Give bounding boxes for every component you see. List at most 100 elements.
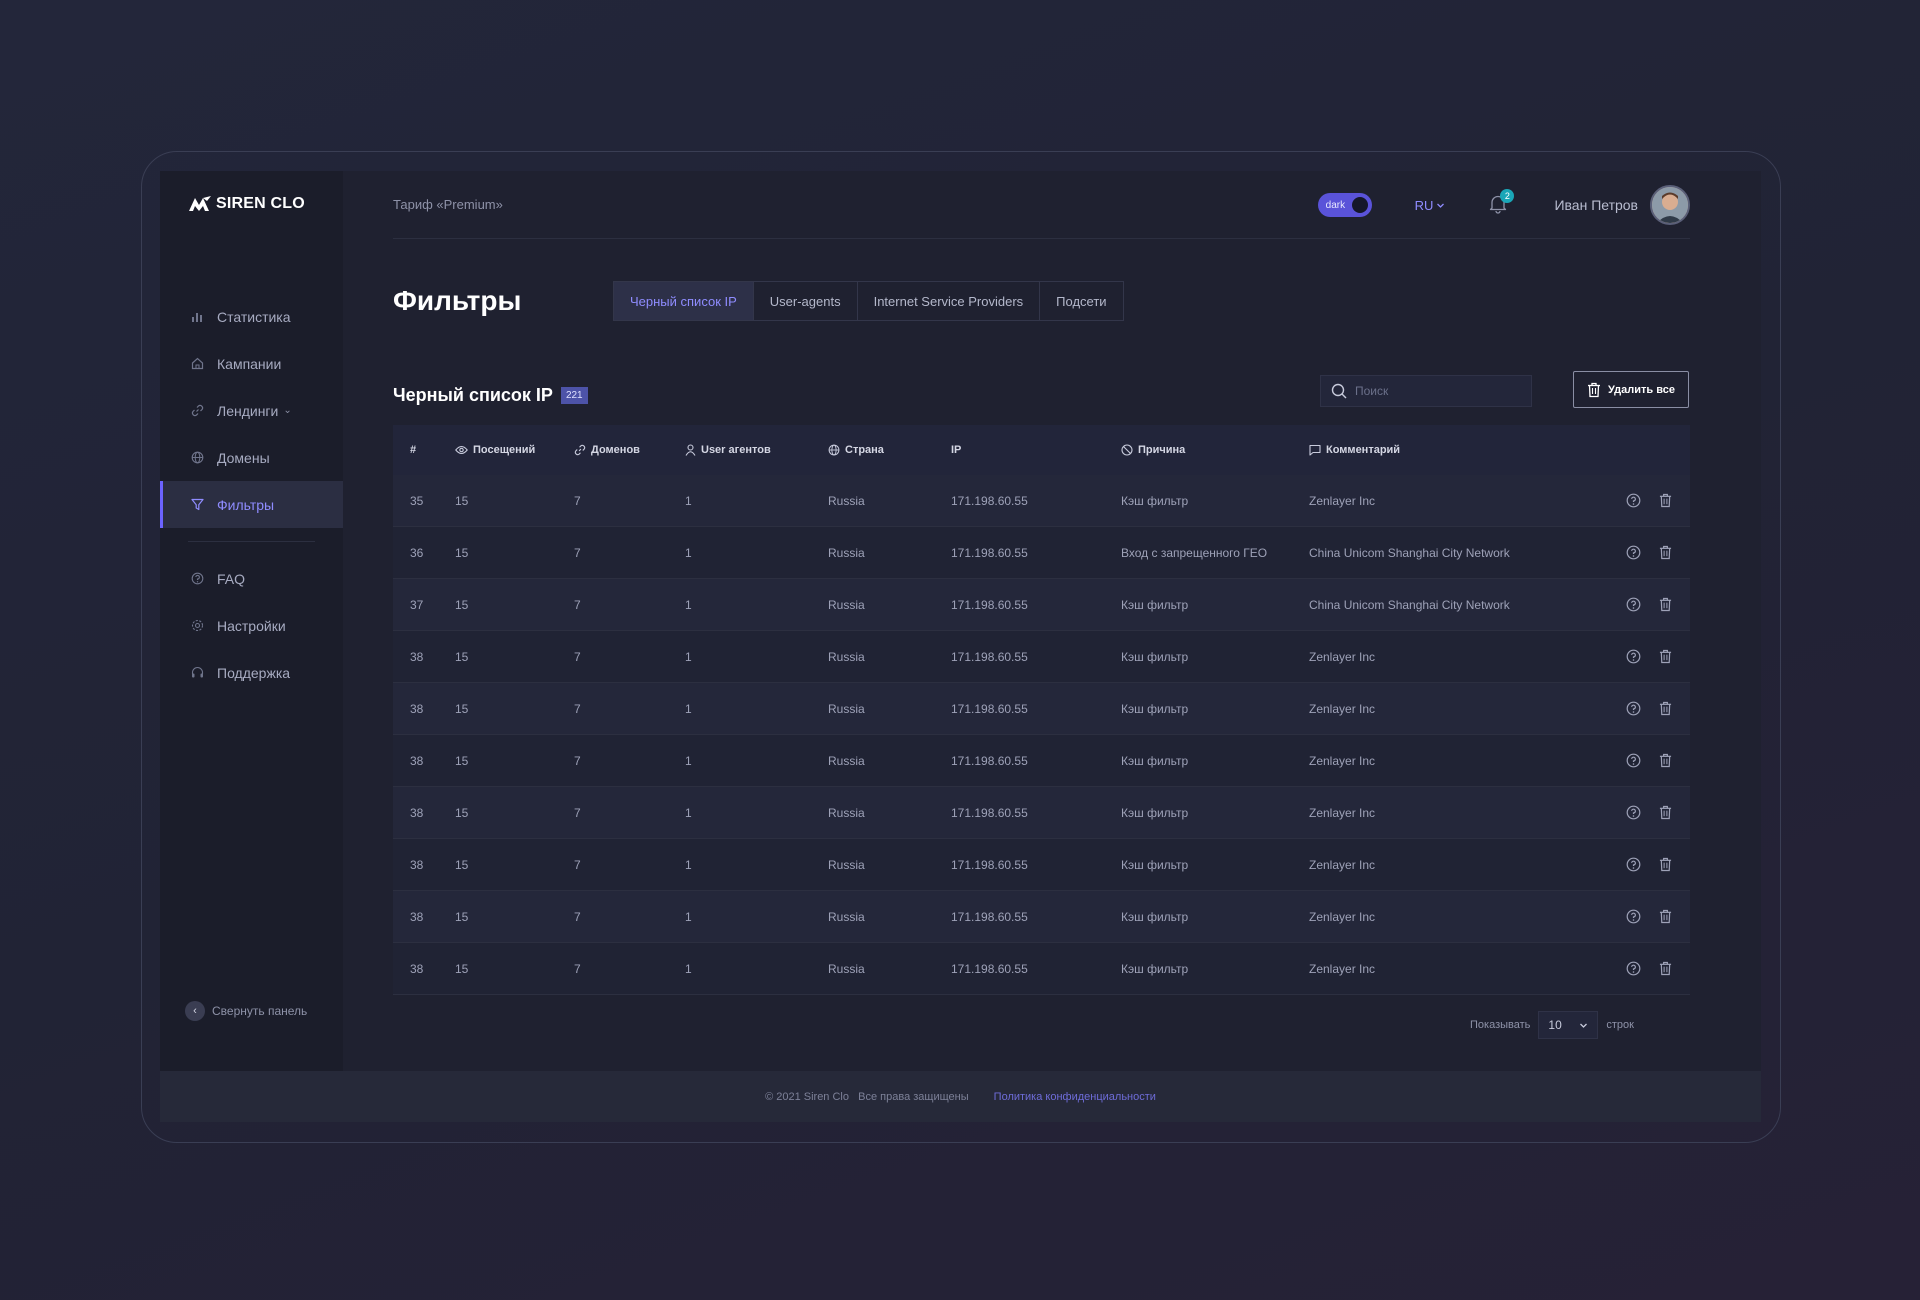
cell-ip: 171.198.60.55 [951, 909, 1028, 924]
filter-icon [190, 498, 204, 512]
question-icon[interactable] [1626, 805, 1641, 820]
chevron-down-icon [1580, 1023, 1588, 1028]
column-header-comment[interactable]: Комментарий [1309, 444, 1597, 456]
cell-reason: Кэш фильтр [1121, 597, 1189, 612]
row-actions [1597, 493, 1690, 508]
trash-icon[interactable] [1659, 597, 1672, 612]
cell-visits: 15 [455, 753, 469, 768]
cell-user-agents: 1 [685, 545, 692, 560]
cell-reason: Кэш фильтр [1121, 493, 1189, 508]
column-header-user-agents[interactable]: User агентов [685, 444, 828, 456]
tab-user-agents[interactable]: User-agents [754, 282, 858, 320]
rows-per-page-select[interactable]: 10 [1538, 1011, 1599, 1039]
sidebar-item-support[interactable]: Поддержка [160, 649, 343, 696]
tab-subnets[interactable]: Подсети [1040, 282, 1122, 320]
trash-icon[interactable] [1659, 857, 1672, 872]
cell-visits: 15 [455, 805, 469, 820]
cell-ip: 171.198.60.55 [951, 649, 1028, 664]
trash-icon [1588, 382, 1601, 397]
avatar[interactable] [1650, 185, 1690, 225]
language-selector[interactable]: RU [1415, 198, 1446, 213]
column-header-visits[interactable]: Посещений [455, 444, 574, 456]
collapse-panel-button[interactable]: ‹ Свернуть панель [185, 1001, 307, 1021]
brand-logo[interactable]: SIREN CLO [188, 195, 305, 213]
question-icon[interactable] [1626, 909, 1641, 924]
sidebar-item-faq[interactable]: FAQ [160, 555, 343, 602]
cell-domains: 7 [574, 701, 581, 716]
column-header-ip[interactable]: IP [951, 444, 1121, 456]
cell-ip: 171.198.60.55 [951, 493, 1028, 508]
trash-icon[interactable] [1659, 753, 1672, 768]
trash-icon[interactable] [1659, 649, 1672, 664]
cell-comment: Zenlayer Inc [1309, 909, 1376, 924]
column-header-reason[interactable]: Причина [1121, 444, 1309, 456]
trash-icon[interactable] [1659, 701, 1672, 716]
cell-domains: 7 [574, 545, 581, 560]
column-header-number[interactable]: # [393, 444, 455, 456]
topbar-actions: dark RU 2 Иван Петров [1317, 185, 1690, 225]
user-avatar-icon [1652, 187, 1688, 223]
column-header-label: Доменов [591, 444, 640, 456]
rows-label: строк [1606, 1019, 1634, 1031]
cell-country: Russia [828, 493, 865, 508]
trash-icon[interactable] [1659, 805, 1672, 820]
link-icon [574, 444, 586, 456]
trash-icon[interactable] [1659, 961, 1672, 976]
bar-chart-icon [190, 310, 204, 324]
sidebar-item-campaigns[interactable]: Кампании [160, 340, 343, 387]
sidebar-nav: Статистика Кампании Лендинги ⌄ Домены Фи… [160, 293, 343, 696]
tab-ip-blacklist[interactable]: Черный список IP [614, 282, 754, 320]
question-icon[interactable] [1626, 545, 1641, 560]
question-icon [190, 572, 204, 586]
question-icon[interactable] [1626, 701, 1641, 716]
trash-icon[interactable] [1659, 909, 1672, 924]
column-header-domains[interactable]: Доменов [574, 444, 685, 456]
cell-row-number: 35 [410, 493, 424, 508]
sidebar-item-landings[interactable]: Лендинги ⌄ [160, 387, 343, 434]
cell-user-agents: 1 [685, 493, 692, 508]
cell-country: Russia [828, 857, 865, 872]
cell-comment: Zenlayer Inc [1309, 649, 1376, 664]
sidebar-item-settings[interactable]: Настройки [160, 602, 343, 649]
notifications-button[interactable]: 2 [1489, 189, 1515, 216]
question-icon[interactable] [1626, 493, 1641, 508]
question-icon[interactable] [1626, 857, 1641, 872]
row-actions [1597, 909, 1690, 924]
privacy-policy-link[interactable]: Политика конфиденциальности [994, 1091, 1156, 1103]
sidebar-item-filters[interactable]: Фильтры [160, 481, 343, 528]
cell-reason: Кэш фильтр [1121, 701, 1189, 716]
theme-toggle-label: dark [1325, 199, 1346, 211]
cell-country: Russia [828, 597, 865, 612]
cell-reason: Кэш фильтр [1121, 961, 1189, 976]
sidebar-item-statistics[interactable]: Статистика [160, 293, 343, 340]
column-header-country[interactable]: Страна [828, 444, 951, 456]
question-icon[interactable] [1626, 597, 1641, 612]
rights-text: Все права защищены [858, 1090, 969, 1103]
column-header-label: Страна [845, 444, 884, 456]
delete-all-button[interactable]: Удалить все [1573, 371, 1689, 408]
question-icon[interactable] [1626, 961, 1641, 976]
tab-isp[interactable]: Internet Service Providers [858, 282, 1041, 320]
theme-toggle[interactable]: dark [1317, 193, 1372, 217]
question-icon[interactable] [1626, 753, 1641, 768]
toggle-knob [1351, 197, 1368, 213]
cell-comment: Zenlayer Inc [1309, 493, 1376, 508]
user-name: Иван Петров [1554, 197, 1638, 213]
headphones-icon [190, 666, 204, 680]
cell-country: Russia [828, 753, 865, 768]
footer: © 2021 Siren Clo Все права защищены Поли… [160, 1071, 1761, 1122]
sidebar-item-domains[interactable]: Домены [160, 434, 343, 481]
cell-ip: 171.198.60.55 [951, 545, 1028, 560]
trash-icon[interactable] [1659, 493, 1672, 508]
cell-country: Russia [828, 701, 865, 716]
search-field[interactable] [1320, 375, 1532, 407]
cell-row-number: 36 [410, 545, 424, 560]
notification-count-badge: 2 [1500, 189, 1515, 203]
column-header-label: User агентов [701, 444, 771, 456]
count-badge: 221 [560, 387, 588, 404]
question-icon[interactable] [1626, 649, 1641, 664]
trash-icon[interactable] [1659, 545, 1672, 560]
search-input[interactable] [1355, 384, 1505, 398]
cell-comment: Zenlayer Inc [1309, 805, 1376, 820]
cell-row-number: 38 [410, 909, 424, 924]
